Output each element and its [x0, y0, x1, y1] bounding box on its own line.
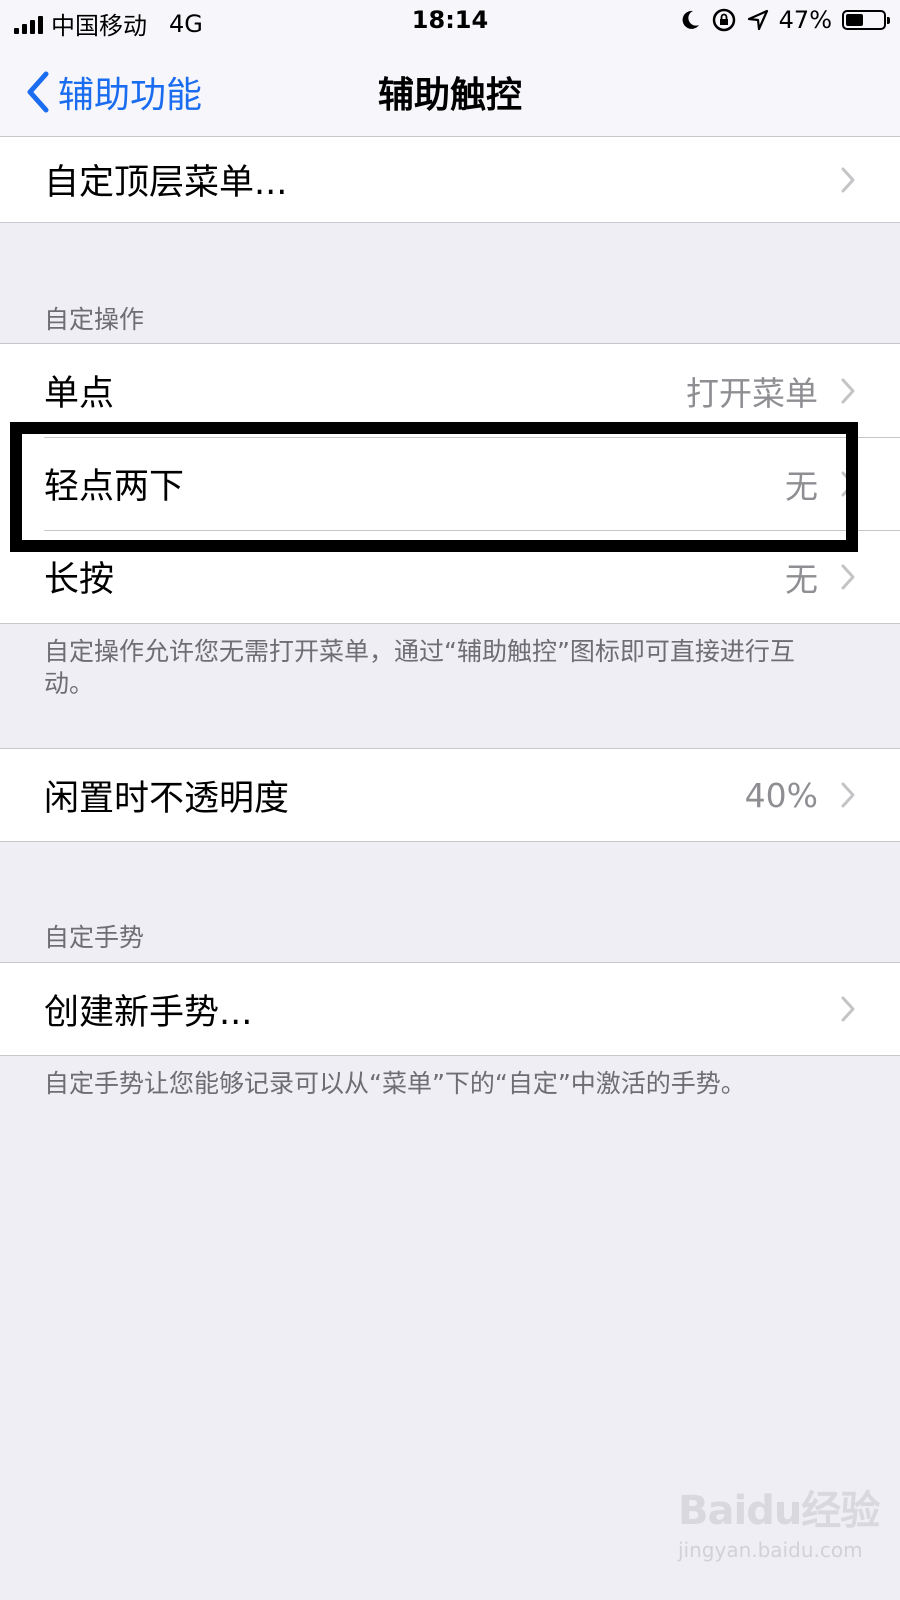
idle-opacity-label: 闲置时不透明度: [44, 778, 290, 819]
customize-top-menu-row[interactable]: 自定顶层菜单...: [0, 137, 900, 222]
chevron-right-icon: [841, 564, 855, 589]
battery-percent: 47%: [778, 6, 832, 34]
chevron-right-icon: [841, 378, 855, 403]
custom-gestures-footer: 自定手势让您能够记录可以从“菜单”下的“自定”中激活的手势。: [44, 1069, 746, 1098]
customize-top-menu-label: 自定顶层菜单...: [44, 163, 288, 203]
custom-gestures-header: 自定手势: [44, 923, 145, 952]
watermark: Baidu经验 jingyan.baidu.com: [678, 1478, 880, 1562]
idle-opacity-row[interactable]: 闲置时不透明度 40%: [0, 749, 900, 841]
battery-icon: [842, 10, 890, 30]
long-press-value: 无: [785, 559, 818, 599]
single-tap-value: 打开菜单: [686, 373, 818, 413]
status-bar: 中国移动 4G 18:14 47%: [0, 0, 900, 44]
idle-opacity-group: 闲置时不透明度 40%: [0, 748, 900, 842]
watermark-url: jingyan.baidu.com: [678, 1538, 863, 1562]
top-menu-group: 自定顶层菜单...: [0, 136, 900, 223]
create-gesture-label: 创建新手势...: [44, 992, 253, 1033]
status-right: 47%: [679, 6, 890, 34]
chevron-right-icon: [841, 167, 855, 192]
moon-icon: [682, 10, 699, 29]
custom-actions-header: 自定操作: [44, 305, 145, 334]
highlight-box: [10, 422, 858, 552]
watermark-logo: Baidu经验: [678, 1488, 880, 1534]
custom-gestures-group: 创建新手势...: [0, 962, 900, 1056]
chevron-right-icon: [841, 782, 855, 808]
create-gesture-row[interactable]: 创建新手势...: [0, 963, 900, 1055]
long-press-label: 长按: [44, 560, 115, 600]
page-title: 辅助触控: [377, 75, 522, 116]
custom-actions-footer: 自定操作允许您无需打开菜单，通过“辅助触控”图标即可直接进行互动。: [44, 637, 795, 698]
chevron-right-icon: [841, 996, 855, 1022]
navigation-bar: 辅助功能 辅助触控: [0, 44, 900, 137]
location-icon: [747, 9, 768, 31]
single-tap-label: 单点: [44, 374, 115, 414]
idle-opacity-value: 40%: [744, 775, 818, 815]
rotation-lock-icon: [712, 8, 735, 32]
